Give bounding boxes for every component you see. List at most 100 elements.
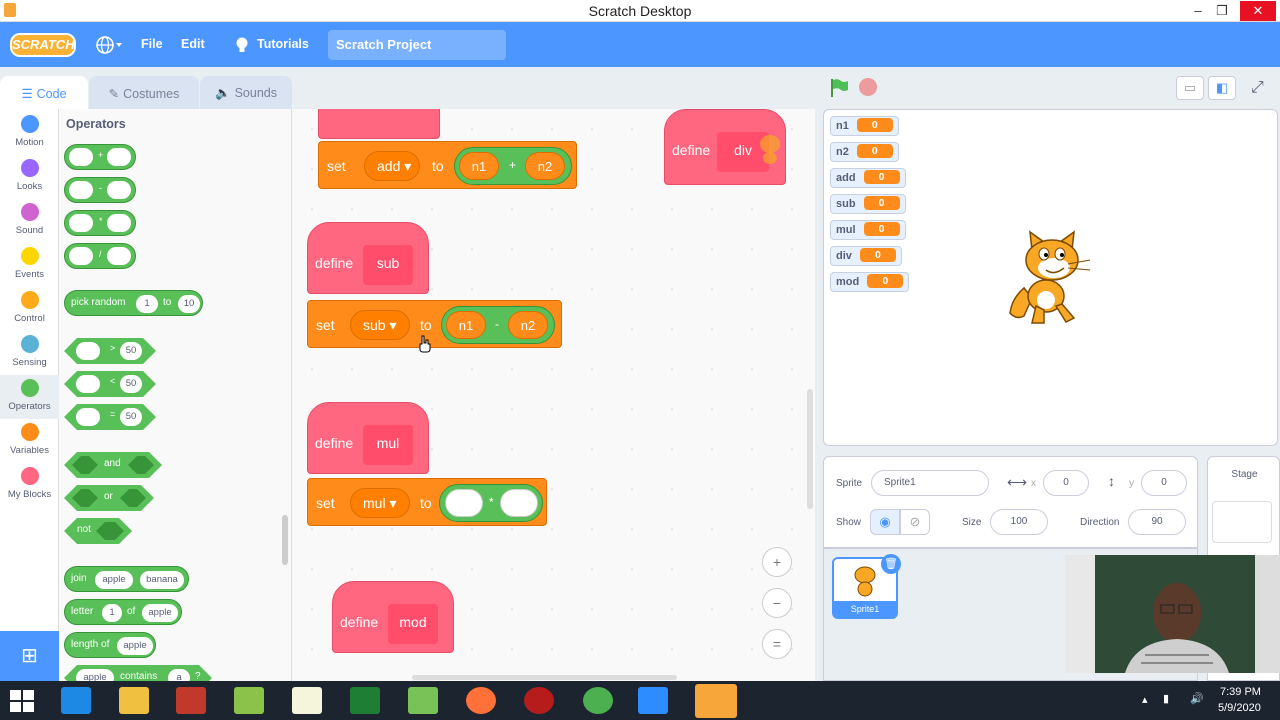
category-variables[interactable]: Variables <box>0 423 59 463</box>
cat-sprite[interactable] <box>1002 228 1098 328</box>
subtract-operator[interactable]: n1 - n2 <box>441 306 555 344</box>
firefox-icon[interactable] <box>466 687 496 714</box>
contains-block[interactable]: apple contains a ? <box>64 665 212 681</box>
zoom-app-icon[interactable] <box>638 687 668 714</box>
script-scrollbar-horizontal[interactable] <box>412 675 677 680</box>
category-my-blocks[interactable]: My Blocks <box>0 467 59 507</box>
set-mul-block[interactable]: set mul ▾ to * <box>307 478 547 526</box>
zoom-reset-button[interactable]: = <box>762 629 792 659</box>
set-add-block[interactable]: set add ▾ to n1 + n2 <box>318 141 577 189</box>
set-sub-block[interactable]: set sub ▾ to n1 - n2 <box>307 300 562 348</box>
close-button[interactable]: ✕ <box>1240 1 1276 21</box>
volume-icon[interactable]: 🔊 <box>1190 692 1204 705</box>
x-input[interactable]: 0 <box>1043 470 1089 496</box>
paint-app-icon[interactable] <box>176 687 206 714</box>
define-mod-block[interactable]: define mod <box>332 581 454 653</box>
pick-random-block[interactable]: pick random 1 to 10 <box>64 290 203 316</box>
or-block[interactable]: or <box>64 485 154 511</box>
define-div-block[interactable]: define div <box>664 109 786 185</box>
scratch-desktop-taskbar-icon[interactable] <box>695 684 737 718</box>
project-title-input[interactable]: Scratch Project <box>328 30 506 60</box>
category-sound[interactable]: Sound <box>0 203 59 243</box>
stage[interactable]: n1 0 n2 0 add 0 sub 0 mul 0 div 0 mod 0 <box>823 109 1278 446</box>
sub-variable-dropdown[interactable]: sub ▾ <box>350 310 410 340</box>
network-icon[interactable]: ▮ <box>1163 692 1169 705</box>
normal-stage-button[interactable]: ◧ <box>1208 76 1236 100</box>
fullscreen-icon[interactable]: ⤢ <box>1251 79 1269 97</box>
join-block[interactable]: join apple banana <box>64 566 189 592</box>
tab-sounds[interactable]: 🔈 Sounds <box>200 76 292 109</box>
stage-thumbnail[interactable] <box>1212 501 1272 543</box>
divide-operator-block[interactable]: / <box>64 243 136 269</box>
edit-menu[interactable]: Edit <box>181 37 205 51</box>
empty-input-slot[interactable] <box>445 489 483 517</box>
script-area[interactable]: set add ▾ to n1 + n2 define div define s… <box>292 109 815 681</box>
palette-scrollbar[interactable] <box>282 515 288 565</box>
txc-app-icon[interactable] <box>292 687 322 714</box>
language-globe-icon[interactable] <box>95 35 123 55</box>
direction-input[interactable]: 90 <box>1128 509 1186 535</box>
zoom-in-button[interactable]: + <box>762 547 792 577</box>
small-stage-button[interactable]: ▭ <box>1176 76 1204 100</box>
n2-reporter[interactable]: n2 <box>508 311 548 339</box>
bug-app-icon[interactable] <box>524 687 554 714</box>
define-add-block[interactable] <box>318 109 440 139</box>
empty-input-slot[interactable] <box>500 489 538 517</box>
multiply-operator[interactable]: * <box>439 484 543 522</box>
delete-sprite-trash-icon[interactable]: 🗑 <box>881 554 901 574</box>
category-events[interactable]: Events <box>0 247 59 287</box>
add-extension-button[interactable]: ⊞ <box>0 631 59 681</box>
category-motion[interactable]: Motion <box>0 115 59 155</box>
clock-time[interactable]: 7:39 PM <box>1220 686 1261 698</box>
letter-of-block[interactable]: letter 1 of apple <box>64 599 182 625</box>
y-input[interactable]: 0 <box>1141 470 1187 496</box>
sprite-name-input[interactable]: Sprite1 <box>871 470 989 496</box>
ie-browser-icon[interactable] <box>61 687 91 714</box>
file-explorer-icon[interactable] <box>119 687 149 714</box>
windows-start-icon[interactable] <box>10 690 34 712</box>
add-operator-block[interactable]: + <box>64 144 136 170</box>
android-studio-icon[interactable] <box>408 687 438 714</box>
n1-reporter[interactable]: n1 <box>446 311 486 339</box>
mul-variable-dropdown[interactable]: mul ▾ <box>350 488 410 518</box>
hide-eye-icon[interactable]: ⊘ <box>900 509 930 535</box>
not-block[interactable]: not <box>64 518 132 544</box>
size-input[interactable]: 100 <box>990 509 1048 535</box>
tab-costumes[interactable]: ✎ Costumes <box>89 76 199 109</box>
length-of-block[interactable]: length of apple <box>64 632 156 658</box>
sprite-label: Sprite <box>836 478 863 489</box>
tray-arrow-icon[interactable]: ▴ <box>1142 693 1148 706</box>
n2-reporter[interactable]: n2 <box>525 152 565 180</box>
define-sub-block[interactable]: define sub <box>307 222 429 294</box>
monitor-n2: n2 0 <box>830 142 899 162</box>
and-block[interactable]: and <box>64 452 162 478</box>
define-mul-block[interactable]: define mul <box>307 402 429 474</box>
equals-block[interactable]: = 50 <box>64 404 156 430</box>
category-sensing[interactable]: Sensing <box>0 335 59 375</box>
less-than-block[interactable]: <50 <box>64 371 156 397</box>
add-operator[interactable]: n1 + n2 <box>454 147 572 185</box>
chrome-icon[interactable] <box>583 687 613 714</box>
clock-date[interactable]: 5/9/2020 <box>1218 702 1261 714</box>
add-variable-dropdown[interactable]: add ▾ <box>364 151 420 181</box>
subtract-operator-block[interactable]: - <box>64 177 136 203</box>
green-flag-icon[interactable] <box>829 78 849 97</box>
tab-code[interactable]: ☰ Code <box>0 76 88 109</box>
sprite-info-panel: Sprite Sprite1 ⟷ x 0 ↕ y 0 Show ◉ ⊘ Size… <box>823 456 1198 548</box>
script-scrollbar-vertical[interactable] <box>807 389 813 509</box>
multiply-operator-block[interactable]: * <box>64 210 136 236</box>
category-control[interactable]: Control <box>0 291 59 331</box>
n1-reporter[interactable]: n1 <box>459 152 499 180</box>
zoom-out-button[interactable]: − <box>762 588 792 618</box>
tutorials-menu[interactable]: Tutorials <box>257 37 309 51</box>
show-visible-eye-icon[interactable]: ◉ <box>870 509 900 535</box>
category-looks[interactable]: Looks <box>0 159 59 199</box>
greater-than-block[interactable]: >50 <box>64 338 156 364</box>
restore-button[interactable]: ❐ <box>1204 1 1240 21</box>
file-menu[interactable]: File <box>141 37 163 51</box>
category-operators[interactable]: Operators <box>0 375 59 419</box>
excel-app-icon[interactable] <box>350 687 380 714</box>
scratch-logo[interactable]: SCRATCH <box>10 33 76 57</box>
notepad-app-icon[interactable] <box>234 687 264 714</box>
stop-icon[interactable] <box>859 78 877 96</box>
